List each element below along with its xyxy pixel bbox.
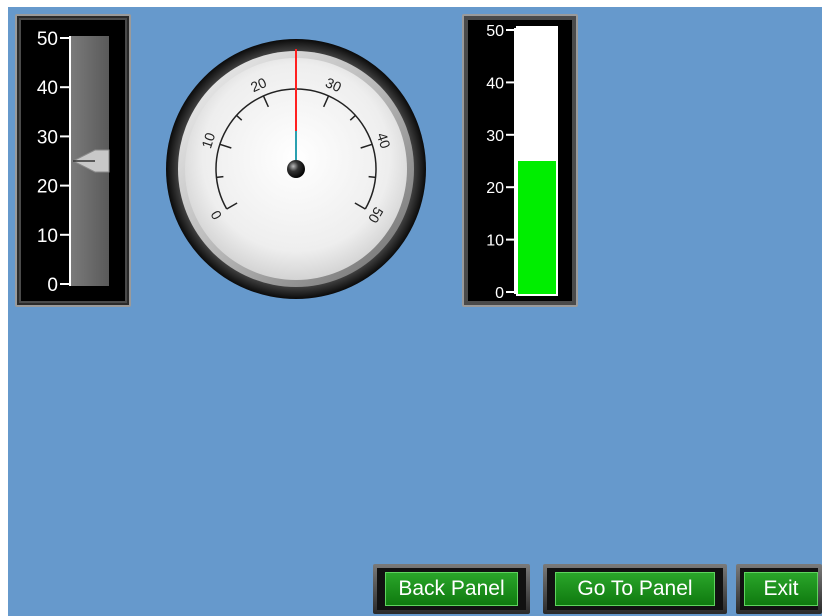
bar-gauge-scale: 50 40 30 20 10 0 [486,23,558,302]
bar-tick-label: 30 [486,128,504,145]
bar-tick-label: 0 [495,285,504,302]
dial-hub [287,160,305,178]
slider-tick-label: 30 [37,127,58,148]
slider-gauge-scale: 50 40 30 20 10 0 [37,29,110,296]
bar-tick-label: 10 [486,233,504,250]
round-dial-gauge: 0 10 20 30 40 50 [165,38,427,300]
slider-tick-label: 40 [37,78,58,99]
dial-tick-mark [368,175,376,179]
exit-button-frame: Exit [736,564,822,614]
bar-gauge-level-fill [518,161,556,294]
dial-tick-mark [216,175,224,179]
back-panel-button-frame: Back Panel [373,564,530,614]
round-dial-svg: 01020 304050 [166,39,426,299]
exit-button[interactable]: Exit [744,572,818,606]
slider-tick-label: 50 [37,29,58,50]
bar-tick-label: 20 [486,180,504,197]
go-to-panel-button[interactable]: Go To Panel [555,572,715,606]
bar-tick-label: 40 [486,75,504,92]
slider-tick-label: 10 [37,226,58,247]
vertical-bar-gauge: 50 40 30 20 10 0 [462,14,578,307]
back-panel-button[interactable]: Back Panel [385,572,518,606]
go-to-panel-button-frame: Go To Panel [543,564,727,614]
bar-tick-label: 50 [486,23,504,40]
slider-tick-label: 20 [37,177,58,198]
slider-tick-label: 0 [47,275,58,296]
vertical-slider-gauge: 50 40 30 20 10 0 [15,14,131,307]
